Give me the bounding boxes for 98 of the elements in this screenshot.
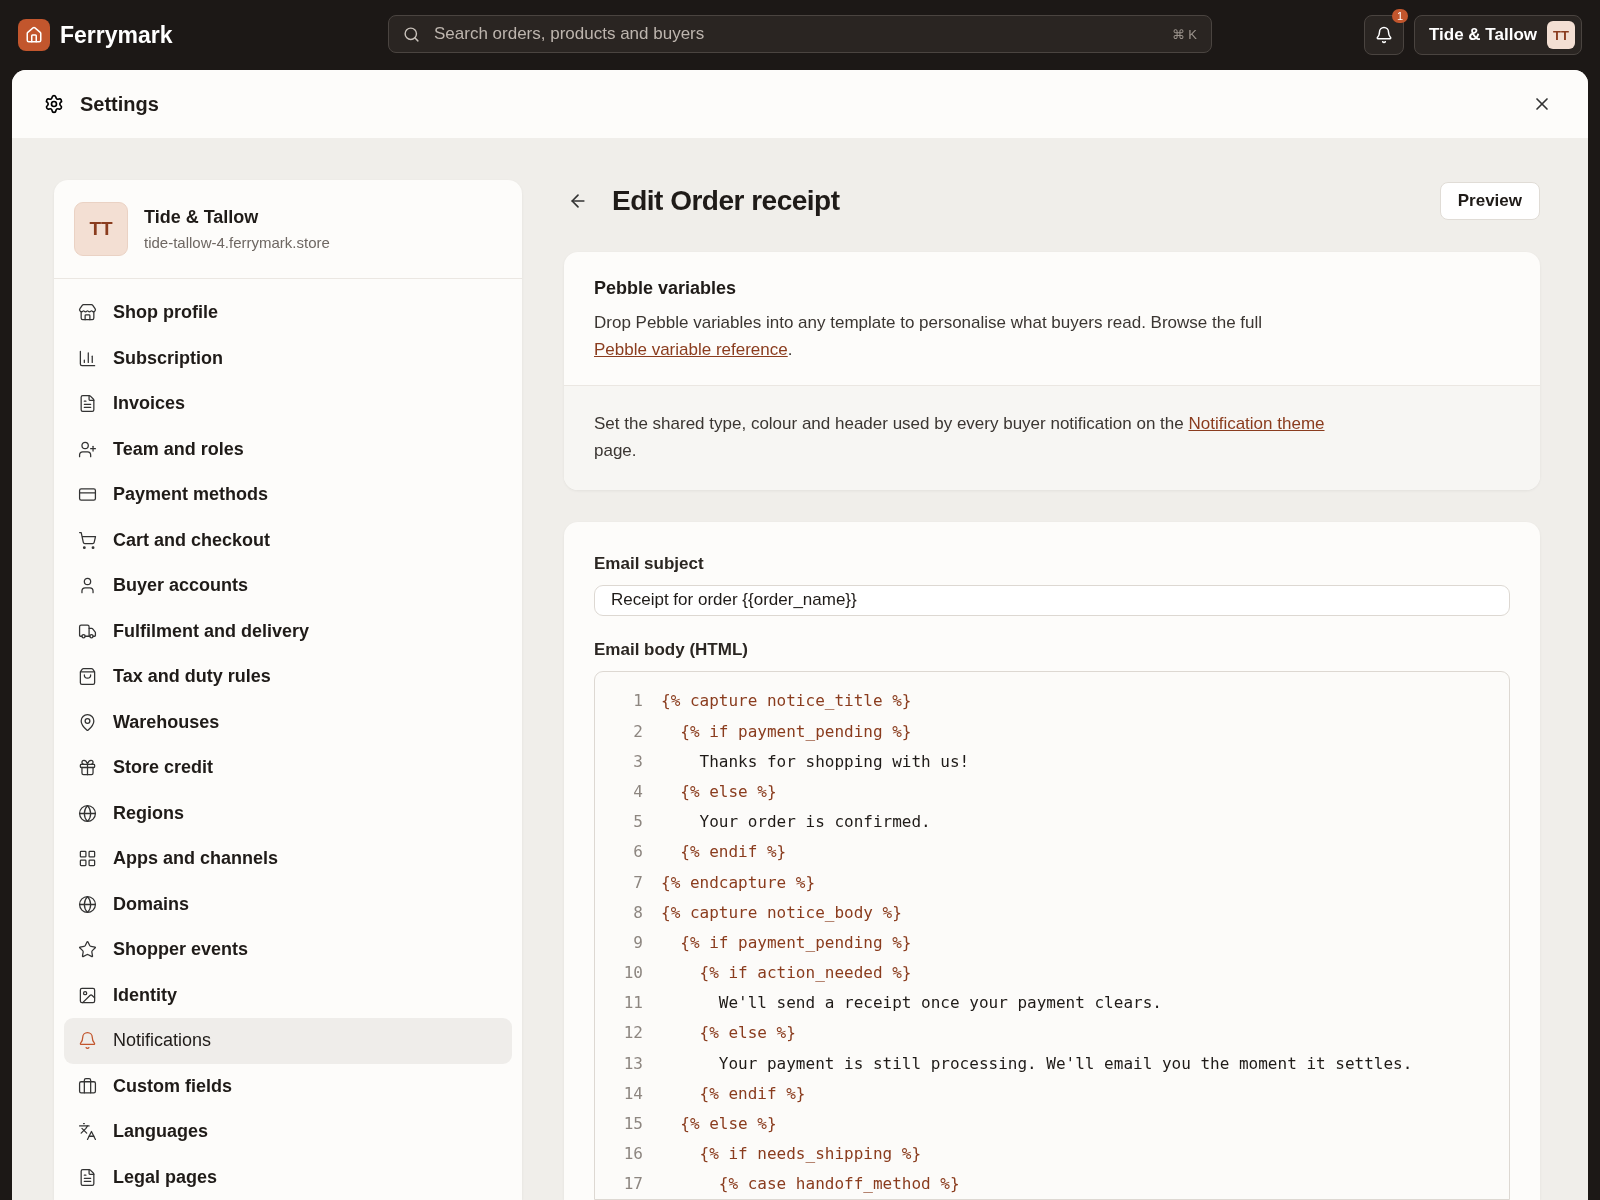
code-line: {% else %}	[698, 1023, 796, 1043]
code-line: Your payment is still processing. We'll email you the moment it settles.	[717, 1053, 1413, 1073]
sidebar-item[interactable]: Apps and channels	[64, 836, 512, 882]
sidebar-item[interactable]: Notifications	[64, 1018, 512, 1064]
code-line: {% else %}	[679, 1114, 777, 1134]
sidebar-item[interactable]: Identity	[64, 972, 512, 1018]
globe-icon	[78, 803, 97, 823]
logo-icon	[18, 19, 50, 51]
code-line: {% capture notice_title %}	[661, 691, 912, 711]
code-line: {% endif %}	[698, 1083, 806, 1103]
code-line: {% capture notice_body %}	[661, 902, 902, 922]
info-text: Drop Pebble variables into any template to personalise what buyers read. Browse the full Pebble variable reference.	[594, 312, 1264, 361]
sidebar-item[interactable]: Domains	[64, 881, 512, 927]
sidebar-item[interactable]: Subscription	[64, 335, 512, 381]
sidebar-item[interactable]: Regions	[64, 790, 512, 836]
line-number: 6	[632, 842, 643, 862]
page-title: Edit Order receipt	[612, 185, 840, 217]
line-number: 2	[632, 721, 643, 741]
avatar: TT	[1547, 21, 1575, 49]
gift-icon	[78, 758, 97, 778]
line-number: 10	[622, 963, 643, 983]
line-number: 11	[622, 993, 643, 1013]
sidebar-item[interactable]: Store credit	[64, 745, 512, 791]
bell-icon	[78, 1031, 97, 1051]
code-line: {% if payment_pending %}	[679, 932, 912, 952]
line-number: 3	[632, 751, 643, 771]
reference-link[interactable]: Pebble variable reference	[594, 340, 788, 359]
bar-chart-icon	[78, 348, 97, 368]
code-line: {% endif %}	[679, 842, 787, 862]
account-button[interactable]: Tide & Tallow TT	[1414, 15, 1582, 55]
line-number: 5	[632, 812, 643, 832]
line-number: 17	[622, 1174, 643, 1194]
shop-domain: tide-tallow-4.ferrymark.store	[144, 234, 330, 251]
sidebar-item[interactable]: Languages	[64, 1109, 512, 1155]
line-number: 12	[622, 1023, 643, 1043]
line-number: 7	[632, 872, 643, 892]
line-number: 15	[622, 1114, 643, 1134]
theme-text: Set the shared type, colour and header used by every buyer notification on the Notification theme page.	[594, 413, 1326, 462]
sidebar-item[interactable]: Cart and checkout	[64, 517, 512, 563]
bag-icon	[78, 667, 97, 687]
code-line: Thanks for shopping with us!	[698, 751, 970, 771]
settings-icon	[44, 94, 64, 114]
sidebar-item[interactable]: Custom fields	[64, 1063, 512, 1109]
search-input[interactable]: Search orders, products and buyers	[432, 23, 1160, 45]
document-icon	[78, 1167, 97, 1187]
shortcut-hint: ⌘ K	[1171, 26, 1197, 42]
store-icon	[78, 303, 97, 323]
line-number: 9	[632, 932, 643, 952]
notification-count: 1	[1391, 9, 1408, 23]
code-line: {% if needs_shipping %}	[698, 1144, 922, 1164]
map-pin-icon	[78, 712, 97, 732]
code-line: {% else %}	[679, 781, 777, 801]
field-label: Email body (HTML)	[594, 639, 749, 660]
preview-button[interactable]: Preview	[1439, 182, 1540, 220]
theme-link[interactable]: Notification theme	[1188, 414, 1325, 433]
globe-icon	[78, 894, 97, 914]
line-number: 1	[632, 691, 643, 711]
line-number: 4	[632, 781, 643, 801]
sidebar-item[interactable]: Legal pages	[64, 1154, 512, 1200]
star-icon	[78, 940, 97, 960]
shop-name: Tide & Tallow	[144, 207, 260, 228]
image-icon	[78, 985, 97, 1005]
sidebar-item[interactable]: Invoices	[64, 381, 512, 427]
search-icon	[403, 25, 420, 43]
user-icon	[78, 576, 97, 596]
dialog-title: Settings	[80, 92, 159, 116]
sidebar-item[interactable]: Shopper events	[64, 927, 512, 973]
sidebar-item[interactable]: Shop profile	[64, 290, 512, 336]
code-line: {% if payment_pending %}	[679, 721, 912, 741]
sidebar-item[interactable]: Warehouses	[64, 699, 512, 745]
line-number: 16	[622, 1144, 643, 1164]
subject-field[interactable]: Receipt for order {{order_name}}	[594, 585, 1510, 616]
user-plus-icon	[78, 439, 97, 459]
shop-avatar: TT	[74, 202, 128, 256]
code-line: {% case handoff_method %}	[717, 1174, 960, 1194]
translate-icon	[78, 1122, 97, 1142]
line-number: 13	[622, 1053, 643, 1073]
bell-icon	[1375, 26, 1393, 44]
sidebar-item[interactable]: Buyer accounts	[64, 563, 512, 609]
card-title: Pebble variables	[594, 278, 738, 299]
briefcase-icon	[78, 1076, 97, 1096]
sidebar-item[interactable]: Team and roles	[64, 426, 512, 472]
app-name: Ferrymark	[60, 21, 173, 49]
line-number: 14	[622, 1083, 643, 1103]
sidebar-item[interactable]: Payment methods	[64, 472, 512, 518]
document-icon	[78, 394, 97, 414]
sidebar-item[interactable]: Fulfilment and delivery	[64, 608, 512, 654]
sidebar-item[interactable]: Tax and duty rules	[64, 654, 512, 700]
code-line: We'll send a receipt once your payment clears.	[717, 993, 1162, 1013]
code-line: {% endcapture %}	[661, 872, 816, 892]
line-number: 8	[632, 902, 643, 922]
search-field[interactable]: Search orders, products and buyers ⌘ K	[388, 15, 1212, 53]
code-editor[interactable]	[594, 670, 1510, 1200]
code-line: Your order is confirmed.	[698, 812, 931, 832]
grid-icon	[78, 849, 97, 869]
code-line: {% if action_needed %}	[698, 963, 912, 983]
field-label: Email subject	[594, 554, 705, 574]
cart-icon	[78, 530, 97, 550]
